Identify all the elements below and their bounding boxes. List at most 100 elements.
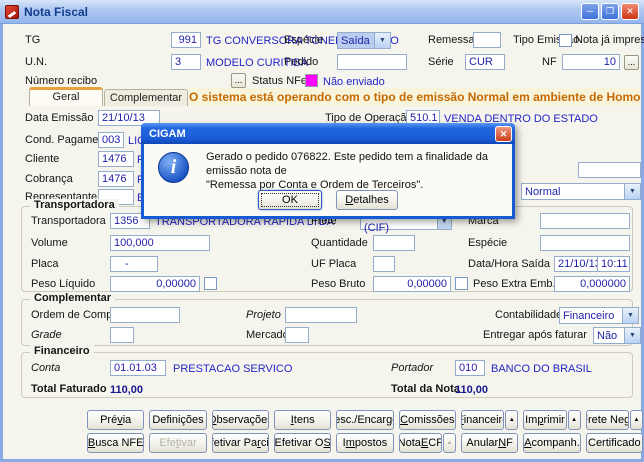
efetivar-parcial-button[interactable]: Efetivar Parcial: [211, 433, 269, 453]
cond-pagamento-field[interactable]: 003: [98, 132, 124, 148]
nf-browse-button[interactable]: ...: [624, 55, 639, 70]
status-nfe-label: Status NFe: [252, 75, 308, 87]
imprimir-button[interactable]: Im p rimir: [523, 410, 567, 430]
acompanh-button-group: Acompanh.: [523, 433, 581, 453]
volume-field[interactable]: 100,000: [110, 235, 210, 251]
efetivar-button-group: Efe t ivar: [149, 433, 207, 453]
comissoes-button[interactable]: Comissões: [398, 410, 456, 430]
peso-bruto-checkbox[interactable]: [455, 277, 468, 290]
impostos-button[interactable]: Im postos: [336, 433, 394, 453]
projeto-field[interactable]: [285, 307, 357, 323]
previa-button[interactable]: Pré v ia: [87, 410, 145, 430]
dialog-message: Gerado o pedido 076822. Este pedido tem …: [206, 150, 506, 192]
financeiro-menu-arrow-icon[interactable]: ▲: [505, 410, 519, 430]
peso-liquido-label: Peso Líquido: [31, 278, 96, 290]
uf-placa-field[interactable]: [373, 256, 395, 272]
numero-recibo-browse-button[interactable]: ...: [231, 73, 246, 88]
efetivar-os-button[interactable]: Efetivar OS: [273, 433, 332, 453]
remessa-field[interactable]: [473, 32, 501, 48]
contabilidade-select[interactable]: Financeiro: [559, 307, 639, 324]
portador-field[interactable]: 010: [455, 360, 485, 376]
portador-desc: BANCO DO BRASIL: [491, 363, 592, 375]
cliente-field[interactable]: 1476: [98, 151, 134, 167]
peso-liquido-checkbox[interactable]: [204, 277, 217, 290]
itens-button-group: Itens: [273, 410, 332, 430]
conta-field[interactable]: 01.01.03: [110, 360, 166, 376]
complementar-group-title: Complementar: [30, 292, 116, 304]
financeiro-button-group: Financeiro▲: [460, 410, 519, 430]
ordem-compra-field[interactable]: [110, 307, 180, 323]
serie-field[interactable]: CUR: [465, 54, 505, 70]
maximize-icon[interactable]: ❐: [601, 3, 619, 20]
pedido-field[interactable]: [337, 54, 407, 70]
especie-select[interactable]: Saída: [337, 32, 391, 49]
detalhes-button[interactable]: Detalhes: [336, 190, 398, 210]
nota-impressa-checkbox[interactable]: [559, 34, 572, 47]
dialog-close-icon[interactable]: ✕: [495, 125, 512, 142]
frete-neg-menu-arrow-icon[interactable]: ▲: [629, 410, 643, 430]
busca-nfe-button[interactable]: Busca NFE: [87, 433, 145, 453]
entregar-label: Entregar após faturar: [483, 329, 587, 341]
nota-fiscal-window: Nota Fiscal ─ ❐ ✕ TG 991 TG CONVERSORA T…: [0, 0, 644, 462]
side-select[interactable]: Normal: [521, 183, 641, 200]
observacoes-button[interactable]: Observações: [211, 410, 269, 430]
total-faturado-value: 110,00: [110, 384, 144, 396]
efetivar-button[interactable]: Efe t ivar: [149, 433, 207, 453]
observacoes-button-group: Observações: [211, 410, 269, 430]
grade-field[interactable]: [110, 327, 134, 343]
serie-label: Série: [428, 56, 454, 68]
itens-button[interactable]: Itens: [273, 410, 332, 430]
nota-impressa-label: Nota já impressa: [575, 34, 644, 46]
cobranca-field[interactable]: 1476: [98, 171, 134, 187]
financeiro-button[interactable]: Financeiro: [460, 410, 505, 430]
peso-extra-field[interactable]: 0,000000: [554, 276, 630, 292]
detalhes-key: D: [345, 194, 354, 206]
tab-geral[interactable]: Geral: [29, 87, 103, 106]
dialog-message-line1: Gerado o pedido 076822. Este pedido tem …: [206, 151, 488, 177]
marca-field[interactable]: [540, 213, 630, 229]
desc-encargos-button[interactable]: Desc./Encargos: [336, 410, 394, 430]
tg-code-field[interactable]: 991: [171, 32, 201, 48]
contabilidade-value: Financeiro: [563, 309, 615, 322]
side-field[interactable]: [578, 162, 641, 178]
side-select-value: Normal: [525, 185, 561, 198]
un-label: U.N.: [25, 56, 47, 68]
nota-ecf-button-group: Nota E CF ▲: [398, 433, 456, 453]
portador-label: Portador: [391, 362, 434, 374]
acompanh-button[interactable]: Acompanh.: [523, 433, 581, 453]
hora-saida-field[interactable]: 10:11: [597, 256, 630, 272]
nf-field[interactable]: 10: [562, 54, 620, 70]
detalhes-post: etalhes: [353, 194, 389, 206]
pedido-label: Pedido: [284, 56, 319, 68]
tab-complementar[interactable]: Complementar: [104, 89, 188, 106]
total-nota-value: 110,00: [455, 384, 489, 396]
minimize-icon[interactable]: ─: [581, 3, 599, 20]
total-faturado-label: Total Faturado: [31, 383, 107, 395]
ok-button[interactable]: OK: [258, 190, 322, 210]
un-code-field[interactable]: 3: [171, 54, 201, 70]
previa-button-group: Pré v ia: [87, 410, 145, 430]
peso-liquido-field[interactable]: 0,00000: [110, 276, 200, 292]
close-icon[interactable]: ✕: [621, 3, 639, 20]
especie-transp-field[interactable]: [540, 235, 630, 251]
quantidade-field[interactable]: [373, 235, 415, 251]
mercado-field[interactable]: [285, 327, 309, 343]
certificado-button[interactable]: Certificado: [585, 433, 643, 453]
contabilidade-label: Contabilidade: [495, 309, 563, 321]
especie-label: Espécie: [284, 34, 324, 46]
placa-field[interactable]: -: [110, 256, 158, 272]
frete-neg-button[interactable]: Frete Neg.: [585, 410, 629, 430]
nota-ecf-menu-arrow-icon[interactable]: ▲: [442, 433, 456, 453]
entregar-select[interactable]: Não: [593, 327, 641, 344]
peso-extra-label: Peso Extra Emb.: [473, 278, 556, 290]
peso-bruto-field[interactable]: 0,00000: [373, 276, 451, 292]
entregar-value: Não: [597, 329, 618, 342]
total-nota-label: Total da Nota: [391, 383, 460, 395]
nota-ecf-button[interactable]: Nota E CF: [398, 433, 442, 453]
imprimir-menu-arrow-icon[interactable]: ▲: [567, 410, 581, 430]
definicoes-button[interactable]: Definições: [149, 410, 207, 430]
nf-label: NF: [542, 56, 557, 68]
ordem-compra-label: Ordem de Compra: [31, 309, 123, 321]
anular-nf-button[interactable]: Anular NF: [460, 433, 519, 453]
window-title: Nota Fiscal: [24, 4, 89, 19]
